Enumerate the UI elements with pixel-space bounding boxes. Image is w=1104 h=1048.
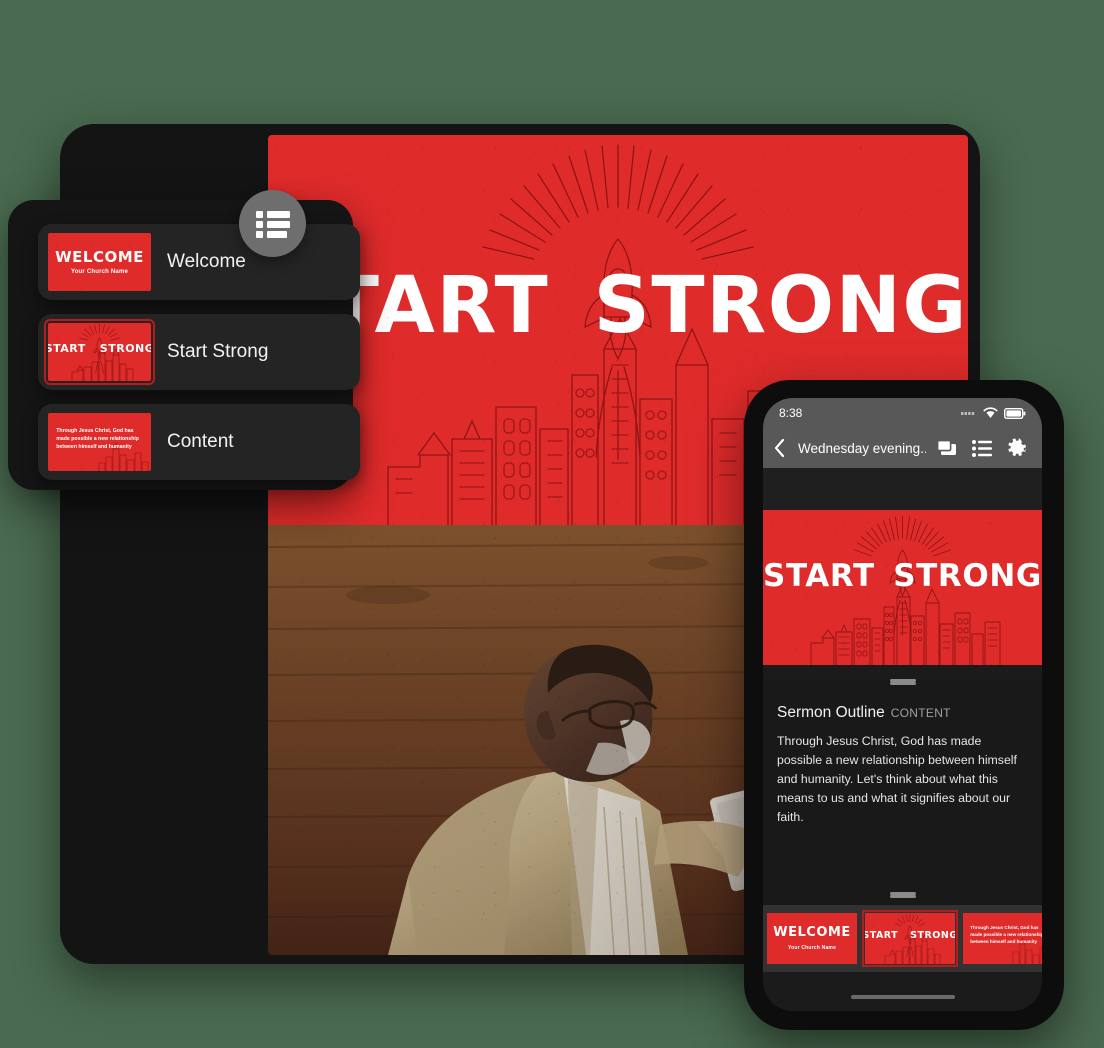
wifi-icon (983, 407, 998, 418)
thumb-start-strong-title: START STRONG (48, 342, 151, 355)
phone-thumb-ss-title: START STRONG (865, 930, 955, 941)
outline-kicker: CONTENT (890, 706, 951, 720)
phone-slide-word-1: START (763, 558, 875, 594)
outline-list-icon[interactable] (972, 439, 992, 457)
phone-thumb-welcome-subtitle: Your Church Name (787, 944, 837, 951)
phone-slide-title: START STRONG (763, 558, 1042, 594)
thumb-word-2: STRONG (99, 341, 151, 355)
slide-list-label-welcome: Welcome (167, 251, 246, 272)
slide-thumbnail-welcome[interactable]: WELCOME Your Church Name (48, 233, 151, 291)
outline-header: Sermon Outline CONTENT (763, 682, 1042, 722)
outline-body-text: Through Jesus Christ, God has made possi… (777, 734, 1017, 825)
slide-list-item-welcome[interactable]: WELCOME Your Church Name Welcome (38, 224, 360, 300)
strip-drag-handle[interactable] (889, 892, 916, 895)
phone-thumb-word-2: STRONG (910, 930, 955, 942)
slide-list-item-start-strong[interactable]: START STRONG Start Strong (38, 314, 360, 390)
phone-thumbnail-strip-wrap: WELCOME Your Church Name START STRONG Th… (763, 892, 1042, 972)
phone-thumb-welcome-title: WELCOME (773, 925, 851, 941)
battery-icon (1004, 407, 1026, 419)
thumb-welcome-title: WELCOME (55, 248, 144, 267)
phone-thumb-content-text: Through Jesus Christ, God has made possi… (970, 925, 1042, 945)
slide-list-label-start-strong: Start Strong (167, 341, 269, 362)
status-time: 8:38 (779, 406, 803, 420)
outline-heading: Sermon Outline (777, 704, 885, 721)
slide-list-item-content[interactable]: Through Jesus Christ, God has made possi… (38, 404, 360, 480)
phone-thumb-content[interactable]: Through Jesus Christ, God has made possi… (963, 913, 1042, 964)
signal-icon (961, 412, 975, 415)
thumb-content-text: Through Jesus Christ, God has made possi… (56, 427, 139, 451)
tablet-slide-title: START STRONG (268, 261, 968, 351)
slide-thumbnail-content[interactable]: Through Jesus Christ, God has made possi… (48, 413, 151, 471)
phone-thumb-word-1: START (865, 930, 899, 942)
phone-screen: 8:38 Wednesday evening... START STRONG S… (763, 398, 1042, 1011)
phone-bottom-area (763, 972, 1042, 1008)
phone-current-slide[interactable]: START STRONG (763, 510, 1042, 665)
phone-slide-letterbox-top (763, 468, 1042, 510)
slide-word-2: STRONG (593, 261, 968, 351)
list-view-fab-button[interactable] (239, 190, 306, 257)
thumb-welcome-subtitle: Your Church Name (70, 268, 129, 275)
phone-app-bar-title: Wednesday evening... (798, 440, 926, 456)
thumb-word-1: START (48, 341, 86, 355)
phone-outline-panel: Sermon Outline CONTENT Through Jesus Chr… (763, 679, 1042, 892)
back-chevron-icon[interactable] (773, 438, 786, 458)
screenshot-stage: START STRONG WELCOME Your Church Name We… (0, 0, 1104, 1048)
slide-list-rows: WELCOME Your Church Name Welcome START S… (38, 224, 360, 480)
phone-thumb-start-strong[interactable]: START STRONG (862, 910, 958, 967)
phone-slide-word-2: STRONG (893, 558, 1042, 594)
phone-app-bar: Wednesday evening... (763, 428, 1042, 468)
home-indicator[interactable] (850, 995, 955, 999)
list-icon (255, 210, 290, 238)
phone-thumbnail-strip[interactable]: WELCOME Your Church Name START STRONG Th… (763, 905, 1042, 972)
slides-layers-icon[interactable] (936, 439, 958, 457)
slide-list-label-content: Content (167, 431, 234, 452)
gear-icon[interactable] (1006, 437, 1028, 459)
phone-thumb-welcome[interactable]: WELCOME Your Church Name (767, 913, 857, 964)
slide-thumbnail-start-strong[interactable]: START STRONG (44, 319, 155, 385)
slide-list-panel: WELCOME Your Church Name Welcome START S… (8, 200, 360, 490)
phone-status-bar: 8:38 (763, 398, 1042, 428)
